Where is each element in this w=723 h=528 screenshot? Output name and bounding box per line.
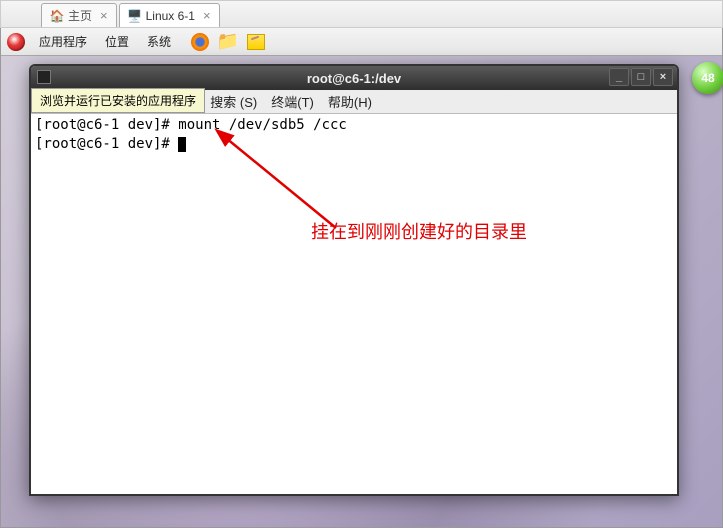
- minimize-button[interactable]: _: [609, 68, 629, 86]
- redhat-logo-icon[interactable]: [7, 33, 25, 51]
- menu-applications[interactable]: 应用程序: [35, 31, 91, 52]
- firefox-icon[interactable]: [189, 31, 211, 53]
- tab-linux[interactable]: 🖥️ Linux 6-1 ×: [119, 3, 220, 27]
- menu-places[interactable]: 位置: [101, 31, 133, 52]
- menu-terminal[interactable]: 终端(T): [271, 92, 314, 111]
- home-icon: 🏠: [50, 9, 64, 23]
- gnome-panel: 应用程序 位置 系统 📁: [1, 28, 722, 56]
- browser-tab-strip: 🏠 主页 × 🖥️ Linux 6-1 ×: [0, 0, 723, 28]
- tab-home-label: 主页: [68, 7, 92, 24]
- terminal-output: [root@c6-1 dev]# mount /dev/sdb5 /ccc [r…: [35, 117, 347, 152]
- close-icon[interactable]: ×: [203, 8, 211, 23]
- terminal-body[interactable]: [root@c6-1 dev]# mount /dev/sdb5 /ccc [r…: [31, 114, 677, 494]
- menu-system[interactable]: 系统: [143, 31, 175, 52]
- cursor-icon: [178, 137, 186, 152]
- tab-home[interactable]: 🏠 主页 ×: [41, 3, 117, 27]
- tab-linux-label: Linux 6-1: [146, 9, 195, 23]
- note-launcher-icon[interactable]: [245, 31, 267, 53]
- close-icon[interactable]: ×: [100, 8, 108, 23]
- terminal-window: root@c6-1:/dev _ □ × 文件(F) 编辑(E) 查看(V) 搜…: [29, 64, 679, 496]
- window-titlebar[interactable]: root@c6-1:/dev _ □ ×: [31, 66, 677, 90]
- maximize-button[interactable]: □: [631, 68, 651, 86]
- menu-help[interactable]: 帮助(H): [328, 92, 372, 111]
- desktop-area: 应用程序 位置 系统 📁 浏览并运行已安装的应用程序 48 root@c6-1:…: [0, 28, 723, 528]
- file-manager-icon[interactable]: 📁: [217, 31, 239, 53]
- applications-tooltip: 浏览并运行已安装的应用程序: [31, 88, 205, 113]
- vm-icon: 🖥️: [128, 9, 142, 23]
- menu-search[interactable]: 搜索 (S): [210, 92, 257, 111]
- terminal-icon: [37, 70, 51, 84]
- window-title: root@c6-1:/dev: [307, 71, 401, 86]
- notification-badge[interactable]: 48: [692, 62, 723, 94]
- close-button[interactable]: ×: [653, 68, 673, 86]
